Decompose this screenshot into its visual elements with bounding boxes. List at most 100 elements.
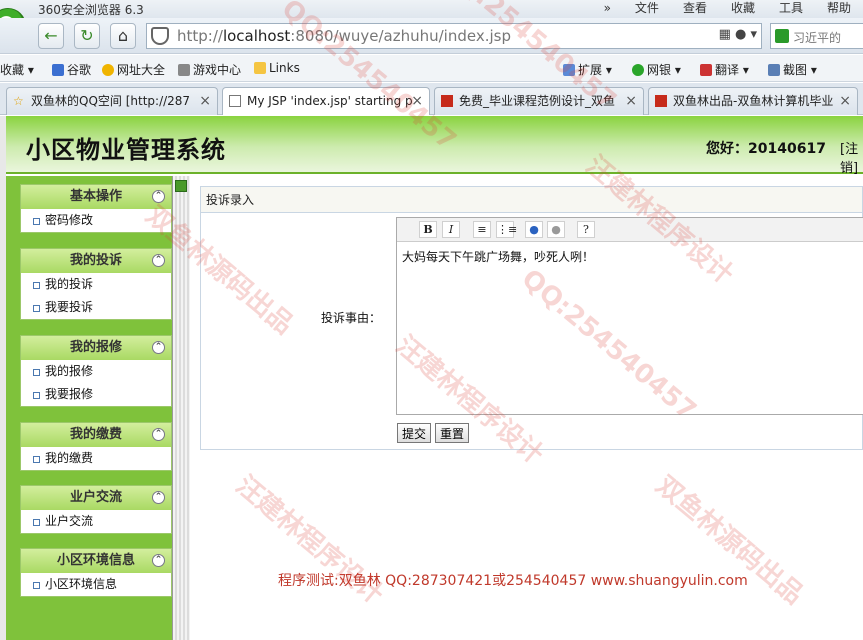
menu-group-complaints: 我的投诉 ⌃ 我的投诉 我要投诉 bbox=[20, 248, 172, 320]
sidebar-item-change-password[interactable]: 密码修改 bbox=[21, 209, 171, 232]
bookmark-games[interactable]: 游戏中心 bbox=[178, 61, 241, 78]
reset-button[interactable]: 重置 bbox=[435, 423, 470, 443]
close-icon[interactable]: × bbox=[839, 88, 851, 114]
system-title: 小区物业管理系统 bbox=[26, 135, 226, 164]
url-text[interactable]: http://localhost:8080/wuye/azhuhu/index.… bbox=[177, 27, 511, 45]
menu-group-environment: 小区环境信息 ⌃ 小区环境信息 bbox=[20, 548, 172, 597]
chevron-up-icon[interactable]: ⌃ bbox=[152, 554, 165, 567]
menu-group-header[interactable]: 我的缴费 ⌃ bbox=[21, 423, 171, 447]
gamepad-icon bbox=[178, 64, 190, 76]
globe-icon bbox=[102, 64, 114, 76]
bank-icon bbox=[632, 64, 644, 76]
sidebar-splitter[interactable] bbox=[172, 176, 190, 640]
user-greeting: 您好：20140617 bbox=[706, 141, 826, 157]
help-icon[interactable]: ? bbox=[577, 221, 595, 238]
web-page: 小区物业管理系统 您好：20140617 [注销] 基本操作 ⌃ 密码修改 我的投… bbox=[0, 116, 863, 640]
chevron-up-icon[interactable]: ⌃ bbox=[152, 254, 165, 267]
menu-view[interactable]: 查看 bbox=[671, 0, 719, 18]
home-button[interactable]: ⌂ bbox=[110, 23, 136, 49]
translate-icon bbox=[700, 64, 712, 76]
bookmark-translate[interactable]: 翻译 ▾ bbox=[700, 61, 749, 78]
back-button[interactable]: ← bbox=[38, 23, 64, 49]
chevron-up-icon[interactable]: ⌃ bbox=[152, 190, 165, 203]
unordered-list-icon[interactable]: ⋮≡ bbox=[496, 221, 517, 238]
menu-group-header[interactable]: 业户交流 ⌃ bbox=[21, 486, 171, 510]
unlink-icon[interactable]: ● bbox=[547, 221, 565, 238]
sidebar: 基本操作 ⌃ 密码修改 我的投诉 ⌃ 我的投诉 我要投诉 我的报修 ⌃ 我的报修 我要… bbox=[6, 176, 172, 640]
menu-group-payments: 我的缴费 ⌃ 我的缴费 bbox=[20, 422, 172, 471]
search-input[interactable]: 习近平的 bbox=[770, 23, 863, 49]
menu-group-header[interactable]: 小区环境信息 ⌃ bbox=[21, 549, 171, 573]
page-header: 小区物业管理系统 您好：20140617 [注销] bbox=[6, 116, 863, 176]
footer-credit: 程序测试:双鱼林 QQ:287307421或254540457 www.shua… bbox=[278, 573, 748, 589]
bookmark-bank[interactable]: 网银 ▾ bbox=[632, 61, 681, 78]
submit-button[interactable]: 提交 bbox=[397, 423, 432, 443]
menu-group-community: 业户交流 ⌃ 业户交流 bbox=[20, 485, 172, 534]
browser-app-title: 360安全浏览器 6.3 bbox=[38, 3, 144, 17]
menu-group-header[interactable]: 我的投诉 ⌃ bbox=[21, 249, 171, 273]
menu-favorites[interactable]: 收藏 bbox=[719, 0, 767, 18]
logout-link[interactable]: [注销] bbox=[840, 138, 863, 176]
google-icon bbox=[52, 64, 64, 76]
folder-icon bbox=[254, 62, 266, 74]
link-icon[interactable]: ● bbox=[525, 221, 543, 238]
shield-icon bbox=[151, 27, 169, 45]
editor-toolbar: B I ≡ ⋮≡ ● ● ? bbox=[397, 218, 863, 242]
ordered-list-icon[interactable]: ≡ bbox=[473, 221, 491, 238]
collapse-icon[interactable] bbox=[175, 180, 187, 192]
site-icon bbox=[655, 95, 667, 107]
chevron-up-icon[interactable]: ⌃ bbox=[152, 341, 165, 354]
browser-title-bar: 360安全浏览器 6.3 » 文件 查看 收藏 工具 帮助 bbox=[0, 0, 863, 18]
bookmark-links[interactable]: Links bbox=[254, 61, 300, 75]
sidebar-item-my-payments[interactable]: 我的缴费 bbox=[21, 447, 171, 470]
sidebar-item-community[interactable]: 业户交流 bbox=[21, 510, 171, 533]
chevron-up-icon[interactable]: ⌃ bbox=[152, 491, 165, 504]
menu-group-basic: 基本操作 ⌃ 密码修改 bbox=[20, 184, 172, 233]
tab-qq-space[interactable]: ☆ 双鱼林的QQ空间 [http://287 × bbox=[6, 87, 218, 115]
menu-more[interactable]: » bbox=[592, 0, 623, 18]
scissors-icon bbox=[768, 64, 780, 76]
qrcode-icon[interactable]: ▦ ● ▾ bbox=[719, 27, 757, 42]
sidebar-item-new-complaint[interactable]: 我要投诉 bbox=[21, 296, 171, 319]
close-icon[interactable]: × bbox=[411, 88, 423, 114]
bookmark-sites[interactable]: 网址大全 bbox=[102, 61, 165, 78]
editor-content[interactable]: 大妈每天下午跳广场舞，吵死人咧！ bbox=[397, 242, 863, 271]
reason-label: 投诉事由： bbox=[321, 311, 382, 325]
sidebar-item-my-complaints[interactable]: 我的投诉 bbox=[21, 273, 171, 296]
tab-free-design[interactable]: 免费_毕业课程范例设计_双鱼 × bbox=[434, 87, 644, 115]
chevron-up-icon[interactable]: ⌃ bbox=[152, 428, 165, 441]
close-icon[interactable]: × bbox=[199, 88, 211, 114]
tab-shuangyulin[interactable]: 双鱼林出品-双鱼林计算机毕业 × bbox=[648, 87, 858, 115]
italic-icon[interactable]: I bbox=[442, 221, 460, 238]
sidebar-item-my-repairs[interactable]: 我的报修 bbox=[21, 360, 171, 383]
menu-file[interactable]: 文件 bbox=[623, 0, 671, 18]
bookmark-google[interactable]: 谷歌 bbox=[52, 61, 91, 78]
form-title: 投诉录入 bbox=[201, 187, 862, 213]
menu-group-header[interactable]: 基本操作 ⌃ bbox=[21, 185, 171, 209]
tab-index-jsp[interactable]: My JSP 'index.jsp' starting p × bbox=[222, 87, 430, 115]
bookmark-favorites[interactable]: 收藏 ▾ bbox=[0, 61, 34, 78]
menu-tools[interactable]: 工具 bbox=[767, 0, 815, 18]
star-icon: ☆ bbox=[13, 94, 24, 108]
sidebar-item-new-repair[interactable]: 我要报修 bbox=[21, 383, 171, 406]
bookmarks-bar: 收藏 ▾ 谷歌 网址大全 游戏中心 Links 扩展 ▾ 网银 ▾ 翻译 ▾ 截… bbox=[0, 55, 863, 82]
search-engine-icon bbox=[775, 29, 789, 43]
browser-nav-bar: ← ↻ ⌂ http://localhost:8080/wuye/azhuhu/… bbox=[0, 18, 863, 54]
bold-icon[interactable]: B bbox=[419, 221, 437, 238]
refresh-button[interactable]: ↻ bbox=[74, 23, 100, 49]
complaint-form: 投诉录入 投诉事由： B I ≡ ⋮≡ ● ● ? 大妈每天下午跳广场舞，吵死人… bbox=[200, 186, 863, 450]
browser-top-menu: » 文件 查看 收藏 工具 帮助 bbox=[592, 0, 863, 18]
page-icon bbox=[229, 95, 241, 107]
menu-group-header[interactable]: 我的报修 ⌃ bbox=[21, 336, 171, 360]
bookmark-screenshot[interactable]: 截图 ▾ bbox=[768, 61, 817, 78]
grid-icon bbox=[563, 64, 575, 76]
menu-group-repairs: 我的报修 ⌃ 我的报修 我要报修 bbox=[20, 335, 172, 407]
bookmark-extensions[interactable]: 扩展 ▾ bbox=[563, 61, 612, 78]
browser-tab-bar: ☆ 双鱼林的QQ空间 [http://287 × My JSP 'index.j… bbox=[0, 83, 863, 115]
close-icon[interactable]: × bbox=[625, 88, 637, 114]
menu-help[interactable]: 帮助 bbox=[815, 0, 863, 18]
site-icon bbox=[441, 95, 453, 107]
rich-text-editor[interactable]: B I ≡ ⋮≡ ● ● ? 大妈每天下午跳广场舞，吵死人咧！ bbox=[396, 217, 863, 415]
sidebar-item-environment[interactable]: 小区环境信息 bbox=[21, 573, 171, 596]
address-bar[interactable]: http://localhost:8080/wuye/azhuhu/index.… bbox=[146, 23, 762, 49]
